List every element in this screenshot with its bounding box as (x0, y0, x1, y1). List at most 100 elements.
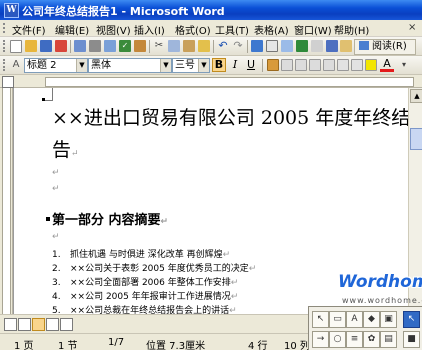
read-label: 阅读(R) (372, 41, 407, 52)
horizontal-ruler[interactable] (0, 75, 422, 88)
bullets-icon[interactable] (351, 59, 363, 71)
menu-grip[interactable] (3, 23, 8, 33)
rectangle-icon[interactable]: ▭ (329, 311, 346, 328)
tab-selector-icon[interactable] (2, 76, 14, 88)
pointer-icon[interactable]: ↖ (403, 311, 420, 328)
bold-button[interactable]: B (212, 58, 226, 72)
picture-icon[interactable]: ▤ (380, 331, 397, 348)
tables-icon[interactable] (266, 40, 278, 52)
styles-pane-icon[interactable]: A (10, 59, 22, 71)
wordhome-watermark: Wordhome www.wordhome.com.cn (338, 270, 422, 310)
reading-view-icon[interactable] (60, 318, 73, 331)
menu-table[interactable]: 表格(A) (254, 22, 289, 37)
outline-view-icon[interactable] (46, 318, 59, 331)
highlight-icon[interactable] (365, 59, 377, 71)
format-painter-icon[interactable] (198, 40, 210, 52)
menu-window[interactable]: 窗口(W) (294, 22, 332, 37)
list-number: 2. (52, 264, 61, 274)
new-doc-icon[interactable] (10, 40, 22, 53)
list-item: 1. 抓住机遇 与时俱进 深化改革 再创辉煌↵ (52, 248, 352, 262)
line-spacing-icon[interactable] (323, 59, 335, 71)
normal-view-icon[interactable] (4, 318, 17, 331)
section-bullet (46, 217, 50, 221)
list-item: 3. ××公司全面部署 2006 年整体工作安排↵ (52, 276, 352, 290)
permission-icon[interactable] (55, 40, 67, 52)
shadow-icon[interactable]: ■ (403, 331, 420, 348)
ruler-track (45, 77, 414, 87)
scroll-up-icon[interactable]: ▲ (410, 89, 422, 103)
undo-icon[interactable]: ↶ (217, 40, 229, 52)
drawing-icon[interactable] (326, 40, 338, 52)
menu-file[interactable]: 文件(F) (12, 22, 46, 37)
section-title: 第一部分 内容摘要↵ (52, 209, 168, 228)
status-column: 10 列 (284, 341, 310, 350)
print-layout-view-icon[interactable] (32, 318, 45, 331)
list-text: 抓住机遇 与时俱进 深化改革 再创辉煌 (70, 250, 223, 260)
numbering-icon[interactable] (337, 59, 349, 71)
wordart-icon[interactable]: ◆ (363, 311, 380, 328)
justify-icon[interactable] (309, 59, 321, 71)
copy-icon[interactable] (168, 40, 180, 52)
style-value: 标题 2 (27, 60, 57, 71)
toolbar-grip[interactable] (3, 59, 8, 71)
menu-edit[interactable]: 编辑(E) (55, 22, 89, 37)
paragraph-mark: ↵ (229, 306, 237, 314)
list-text: ××公司总裁在年终总结报告会上的讲话 (70, 306, 230, 314)
spelling-icon[interactable]: ✓ (119, 40, 131, 52)
redo-icon[interactable]: ↷ (232, 40, 244, 52)
align-center-icon[interactable] (281, 59, 293, 71)
excel-icon[interactable] (296, 40, 308, 52)
textbox-icon[interactable]: A (346, 311, 363, 328)
web-layout-view-icon[interactable] (18, 318, 31, 331)
help-icon[interactable] (340, 40, 352, 52)
style-select[interactable]: 标题 2 ▼ (24, 58, 88, 73)
menu-help[interactable]: 帮助(H) (334, 22, 369, 37)
paragraph-mark: ↵ (248, 264, 257, 274)
window-title: 公司年终总结报告1 - Microsoft Word (22, 5, 225, 18)
menu-tools[interactable]: 工具(T) (215, 22, 249, 37)
status-position: 位置 7.3厘米 (146, 341, 206, 350)
paste-icon[interactable] (183, 40, 195, 52)
arrow-icon[interactable]: → (312, 331, 329, 348)
underline-button[interactable]: U (244, 58, 258, 72)
word-app-icon[interactable]: W (4, 3, 19, 18)
cut-icon[interactable]: ✂ (153, 40, 165, 52)
line-style-icon[interactable]: ≡ (346, 331, 363, 348)
print-preview-icon[interactable] (104, 40, 116, 52)
clip-art-icon[interactable]: ✿ (363, 331, 380, 348)
list-number: 3. (52, 278, 61, 288)
scroll-thumb[interactable] (410, 128, 422, 150)
select-objects-icon[interactable]: ↖ (312, 311, 329, 328)
hyperlink-icon[interactable] (251, 40, 263, 52)
close-document-icon[interactable]: × (408, 22, 416, 33)
diagram-icon[interactable]: ▣ (380, 311, 397, 328)
print-icon[interactable] (89, 40, 101, 52)
title-bar[interactable]: W 公司年终总结报告1 - Microsoft Word (0, 0, 422, 20)
list-number: 4. (52, 292, 61, 302)
list-number: 5. (52, 306, 61, 314)
menu-view[interactable]: 视图(V) (96, 22, 131, 37)
font-size-select[interactable]: 三号 ▼ (172, 58, 210, 73)
list-text: ××公司关于表彰 2005 年度优秀员工的决定 (70, 264, 249, 274)
oval-icon[interactable]: ○ (329, 331, 346, 348)
align-left-icon[interactable] (267, 59, 279, 71)
vertical-ruler[interactable] (0, 88, 13, 314)
align-right-icon[interactable] (295, 59, 307, 71)
toolbar-grip[interactable] (3, 40, 8, 52)
read-button[interactable]: 阅读(R) (354, 39, 416, 55)
paragraph-mark: ↵ (230, 292, 239, 302)
save-icon[interactable] (40, 40, 52, 52)
italic-button[interactable]: I (228, 58, 242, 72)
font-select[interactable]: 黑体 ▼ (88, 58, 172, 73)
font-color-button[interactable]: A (380, 58, 394, 72)
open-icon[interactable] (25, 40, 37, 52)
research-icon[interactable] (134, 40, 146, 52)
insert-table-icon[interactable] (281, 40, 293, 52)
menu-format[interactable]: 格式(O) (175, 22, 211, 37)
email-icon[interactable] (74, 40, 86, 52)
menu-insert[interactable]: 插入(I) (134, 22, 165, 37)
columns-icon[interactable] (311, 40, 323, 52)
chevron-down-icon: ▼ (198, 59, 209, 72)
view-bar (0, 314, 310, 333)
toolbar-options-icon[interactable]: ▾ (398, 59, 410, 71)
